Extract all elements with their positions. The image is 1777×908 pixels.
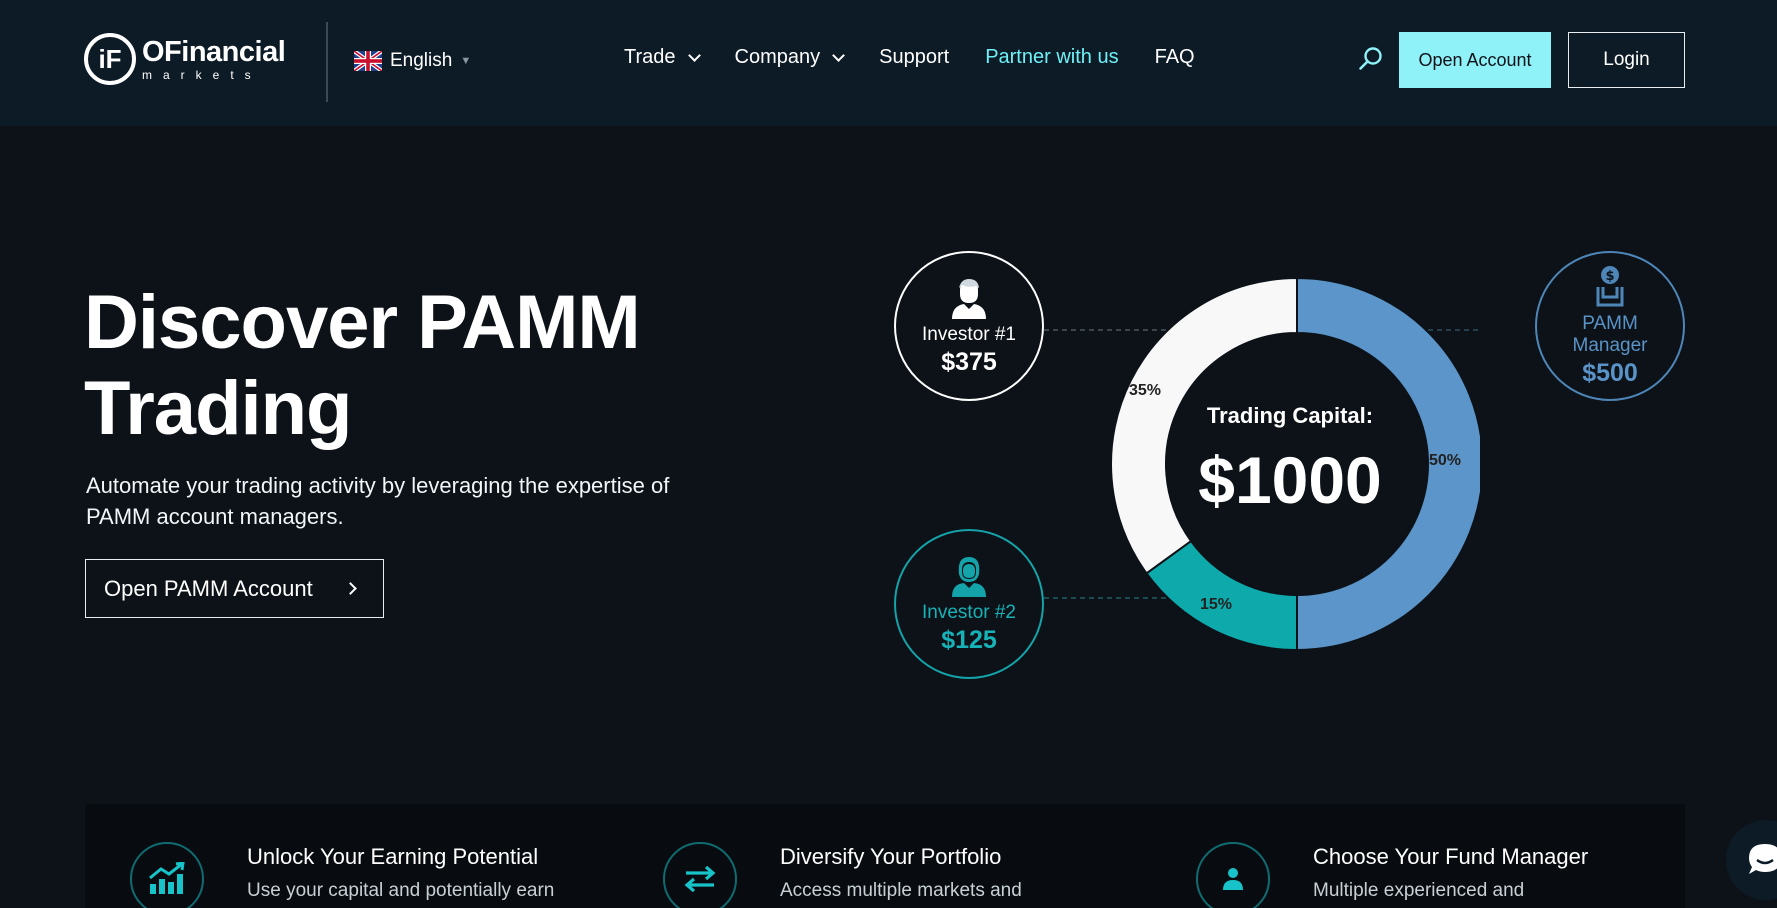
investor1-bubble: Investor #1 $375 xyxy=(894,251,1044,401)
search-icon[interactable] xyxy=(1358,46,1384,72)
investor1-label: Investor #1 xyxy=(922,323,1016,345)
nav-support[interactable]: Support xyxy=(879,46,949,69)
hero-title: Discover PAMM Trading xyxy=(84,280,641,452)
open-account-button[interactable]: Open Account xyxy=(1399,32,1551,88)
hero-title-line2: Trading xyxy=(84,366,352,451)
manager-label-line2: Manager xyxy=(1572,334,1648,356)
chat-widget-button[interactable] xyxy=(1726,820,1777,900)
pct-label-investor1: 35% xyxy=(1129,382,1162,399)
feature-diversify-title: Diversify Your Portfolio xyxy=(780,844,1002,869)
chevron-right-icon xyxy=(344,582,357,595)
logo[interactable]: iF OFinancial markets xyxy=(84,33,286,85)
features-strip: Unlock Your Earning Potential Use your c… xyxy=(85,804,1685,908)
nav-company-label: Company xyxy=(734,46,821,68)
login-button[interactable]: Login xyxy=(1568,32,1685,88)
chevron-down-icon xyxy=(832,49,845,62)
language-label: English xyxy=(390,50,453,71)
nav-company[interactable]: Company xyxy=(734,46,845,69)
nav-support-label: Support xyxy=(879,46,950,68)
feature-earning-title: Unlock Your Earning Potential xyxy=(247,844,539,869)
nav-faq[interactable]: FAQ xyxy=(1155,46,1195,69)
chevron-down-icon xyxy=(687,49,701,62)
main-nav: Trade Company Support Partner with us FA… xyxy=(624,46,1231,69)
manager-icon xyxy=(1196,842,1270,908)
nav-trade-label: Trade xyxy=(624,46,676,68)
pct-label-investor2: 15% xyxy=(1200,596,1233,613)
logo-sub: markets xyxy=(142,67,262,82)
investor2-value: $125 xyxy=(941,625,997,654)
manager-label-line1: PAMM xyxy=(1582,312,1638,334)
hero-subtitle: Automate your trading activity by levera… xyxy=(86,473,670,529)
manager-bubble: $ PAMM Manager $500 xyxy=(1535,251,1685,401)
logo-mark-icon: iF xyxy=(84,33,136,85)
user-female-icon xyxy=(952,556,986,597)
chart-center-value: $1000 xyxy=(1198,443,1382,517)
language-selector[interactable]: English ▼ xyxy=(354,50,471,72)
svg-text:$: $ xyxy=(1605,269,1614,284)
swap-arrows-icon xyxy=(663,842,737,908)
pct-label-manager: 50% xyxy=(1429,452,1462,469)
manager-value: $500 xyxy=(1582,358,1638,387)
hero-title-line1: Discover PAMM xyxy=(84,280,641,365)
nav-partner[interactable]: Partner with us xyxy=(985,46,1118,69)
chat-icon xyxy=(1749,844,1777,874)
investor2-label: Investor #2 xyxy=(922,601,1016,623)
nav-partner-label: Partner with us xyxy=(985,46,1119,68)
feature-manager-text: Multiple experienced and xyxy=(1313,880,1525,901)
chart-center-label: Trading Capital: xyxy=(1206,403,1374,428)
feature-earning-text: Use your capital and potentially earn xyxy=(247,880,555,901)
nav-faq-label: FAQ xyxy=(1154,46,1195,68)
feature-manager-title: Choose Your Fund Manager xyxy=(1313,844,1589,869)
logo-name: OFinancial xyxy=(142,35,286,68)
nav-trade[interactable]: Trade xyxy=(624,46,701,69)
money-manager-icon: $ xyxy=(1596,265,1624,306)
header-divider xyxy=(326,22,328,102)
chart-growth-icon xyxy=(130,842,204,908)
open-pamm-account-label: Open PAMM Account xyxy=(104,575,313,601)
site-header: iF OFinancial markets English ▼ Trade Co… xyxy=(0,0,1777,126)
uk-flag-icon xyxy=(354,51,382,71)
feature-diversify-text: Access multiple markets and xyxy=(780,880,1022,901)
open-pamm-account-button[interactable]: Open PAMM Account xyxy=(85,559,384,618)
user-male-icon xyxy=(952,278,986,319)
investor1-value: $375 xyxy=(941,347,997,376)
caret-down-icon: ▼ xyxy=(460,55,472,67)
investor2-bubble: Investor #2 $125 xyxy=(894,529,1044,679)
